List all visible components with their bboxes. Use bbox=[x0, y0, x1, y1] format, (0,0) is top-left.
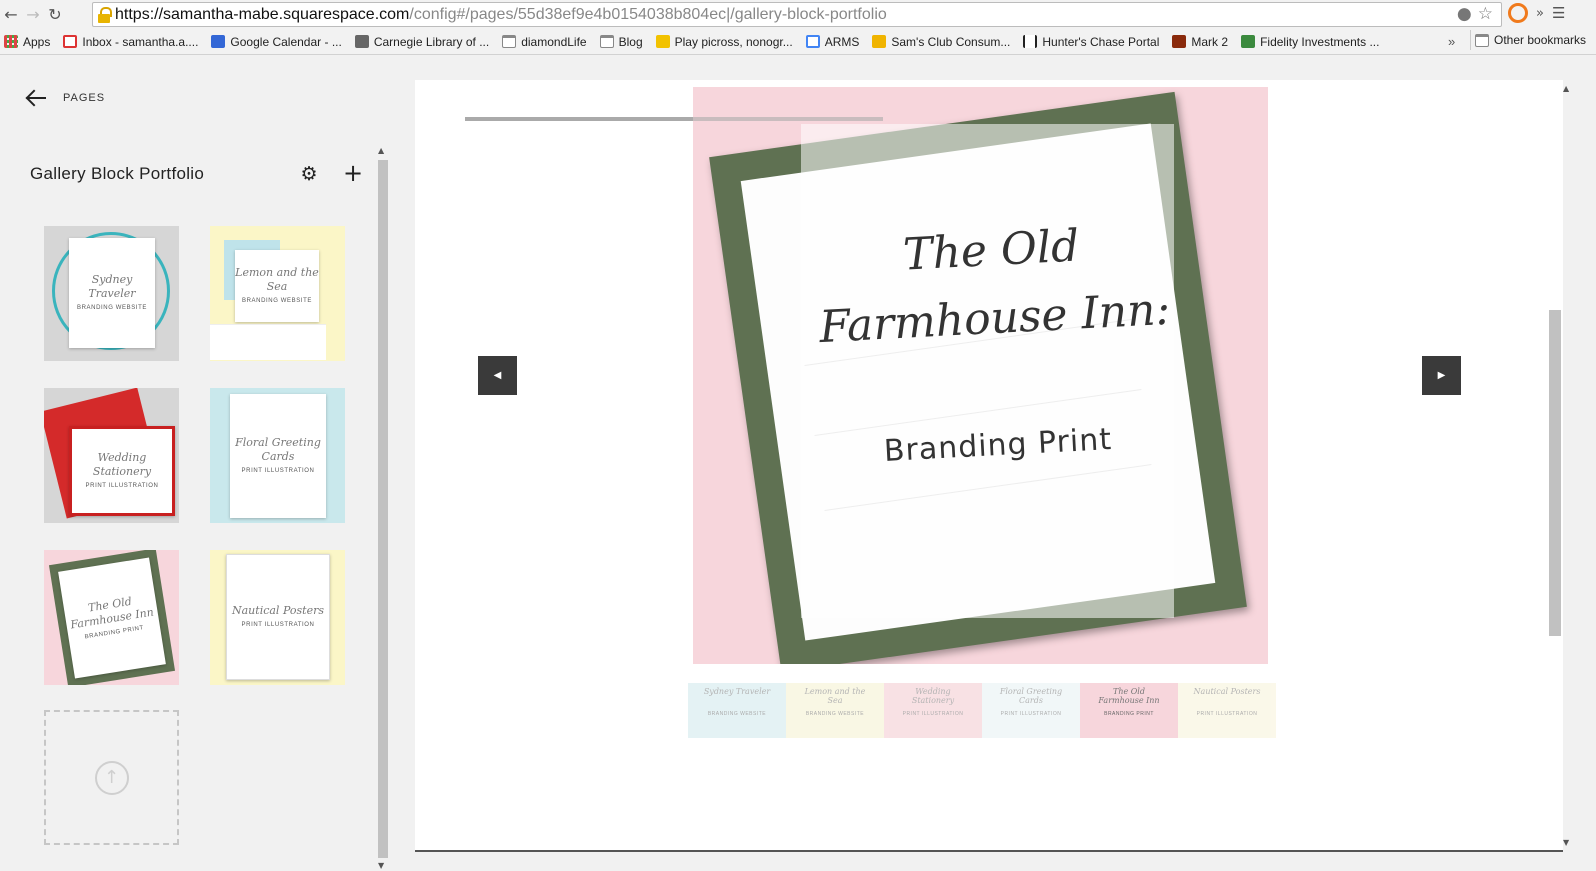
hunters-icon bbox=[1023, 35, 1038, 48]
scroll-up-icon[interactable]: ▲ bbox=[378, 146, 384, 155]
next-slide-button[interactable]: ▶ bbox=[1422, 356, 1461, 395]
menu-icon[interactable]: ☰ bbox=[1552, 4, 1565, 22]
image-overlay bbox=[801, 124, 1174, 618]
lightbulb-icon[interactable]: ● bbox=[1457, 4, 1472, 24]
bookmark-calendar[interactable]: Google Calendar - ... bbox=[211, 35, 342, 49]
back-icon[interactable]: ← bbox=[0, 3, 22, 27]
bookmark-hunters-chase[interactable]: Hunter's Chase Portal bbox=[1023, 35, 1159, 49]
bookmark-carnegie[interactable]: Carnegie Library of ... bbox=[354, 35, 489, 49]
thumbnail-item[interactable]: Sydney Traveler BRANDING WEBSITE bbox=[688, 683, 786, 738]
preview-scroll-up-icon[interactable]: ▲ bbox=[1563, 84, 1569, 93]
slide-title: The Old Farmhouse Inn: bbox=[818, 220, 1172, 354]
bookmark-inbox[interactable]: Inbox - samantha.a.... bbox=[63, 35, 198, 49]
preview-scrollbar-thumb[interactable] bbox=[1549, 310, 1561, 636]
slideshow-progress-track bbox=[693, 117, 883, 121]
thumbnail-title: Floral Greeting Cards bbox=[999, 687, 1063, 705]
gear-icon[interactable]: ⚙ bbox=[299, 164, 319, 184]
gallery-tile[interactable]: Wedding Stationery PRINT ILLUSTRATION bbox=[44, 388, 179, 523]
thumbnail-caption: BRANDING WEBSITE bbox=[805, 711, 865, 717]
calendar-icon bbox=[211, 35, 226, 48]
mark-icon bbox=[1172, 35, 1187, 48]
gallery-tile[interactable]: Lemon and the Sea BRANDING WEBSITE bbox=[210, 226, 345, 361]
thumbnail-title: Lemon and the Sea bbox=[804, 687, 866, 705]
preview-scroll-down-icon[interactable]: ▼ bbox=[1563, 838, 1569, 847]
bookmarks-overflow-icon[interactable]: » bbox=[1448, 34, 1455, 49]
gallery-title: Gallery Block Portfolio bbox=[30, 164, 205, 183]
thumbnail-title: Sydney Traveler bbox=[703, 687, 771, 696]
bookmark-fidelity[interactable]: Fidelity Investments ... bbox=[1241, 35, 1379, 49]
bookmark-picross[interactable]: Play picross, nonogr... bbox=[655, 35, 793, 49]
apps-icon bbox=[4, 35, 18, 48]
thumbnail-item[interactable]: The Old Farmhouse Inn BRANDING PRINT bbox=[1080, 683, 1178, 738]
gallery-tile[interactable]: The Old Farmhouse Inn BRANDING PRINT bbox=[44, 550, 179, 685]
bookmark-mark2[interactable]: Mark 2 bbox=[1172, 35, 1228, 49]
star-icon[interactable]: ☆ bbox=[1478, 4, 1493, 24]
pages-panel: PAGES Gallery Block Portfolio ⚙ + Sydney… bbox=[0, 56, 396, 871]
thumbnail-strip: Sydney Traveler BRANDING WEBSITE Lemon and… bbox=[688, 683, 1278, 738]
scroll-down-icon[interactable]: ▼ bbox=[378, 861, 384, 870]
thumbnail-caption: PRINT ILLUSTRATION bbox=[1000, 711, 1062, 717]
gallery-tile[interactable]: Floral Greeting Cards PRINT ILLUSTRATION bbox=[210, 388, 345, 523]
folder-icon bbox=[599, 35, 614, 48]
chevron-left-icon: ◀ bbox=[493, 370, 502, 381]
slide-image[interactable]: The Old Farmhouse Inn: Branding Print bbox=[693, 87, 1268, 664]
picross-icon bbox=[655, 35, 670, 48]
thumbnail-caption: BRANDING PRINT bbox=[1104, 711, 1154, 717]
chevron-right-icon: ▶ bbox=[1437, 370, 1446, 381]
plus-icon[interactable]: + bbox=[343, 161, 363, 185]
upload-image-slot[interactable]: ↑ bbox=[44, 710, 179, 845]
folder-icon bbox=[502, 35, 517, 48]
thumbnail-title: Wedding Stationery bbox=[911, 687, 955, 705]
reload-icon[interactable]: ↻ bbox=[44, 3, 66, 27]
browser-toolbar: ← → ↻ https://samantha-mabe.squarespace.… bbox=[0, 0, 1596, 29]
url-path: /config#/pages/55d38ef9e4b0154038b804ec|… bbox=[409, 5, 887, 23]
thumbnail-caption: PRINT ILLUSTRATION bbox=[902, 711, 964, 717]
slideshow-progress bbox=[465, 117, 693, 121]
bookmark-blog[interactable]: Blog bbox=[599, 35, 643, 49]
bookmark-arms[interactable]: ARMS bbox=[805, 35, 859, 49]
bookmark-sams-club[interactable]: Sam's Club Consum... bbox=[872, 35, 1010, 49]
bookmarks-bar: Apps Inbox - samantha.a.... Google Calen… bbox=[0, 29, 1596, 55]
bookmark-apps[interactable]: Apps bbox=[4, 35, 50, 49]
gmail-icon bbox=[63, 35, 78, 48]
google-icon bbox=[805, 35, 820, 48]
url-host: https://samantha-mabe.squarespace.com bbox=[115, 5, 410, 23]
gallery-tile[interactable]: Sydney Traveler BRANDING WEBSITE bbox=[44, 226, 179, 361]
address-bar[interactable]: https://samantha-mabe.squarespace.com/co… bbox=[92, 2, 1502, 27]
library-icon bbox=[354, 35, 369, 48]
thumbnail-title: The Old Farmhouse Inn bbox=[1098, 687, 1160, 705]
thumbnail-caption: PRINT ILLUSTRATION bbox=[1196, 711, 1258, 717]
fidelity-icon bbox=[1241, 35, 1256, 48]
panel-scrollbar-thumb[interactable] bbox=[378, 160, 388, 858]
thumbnail-caption: BRANDING WEBSITE bbox=[707, 711, 767, 717]
bookmark-other[interactable]: Other bookmarks bbox=[1469, 30, 1586, 50]
back-to-pages-link[interactable]: PAGES bbox=[25, 90, 105, 106]
extensions-more-icon[interactable]: » bbox=[1536, 6, 1544, 21]
bookmark-diamondlife[interactable]: diamondLife bbox=[502, 35, 587, 49]
lock-warning-icon[interactable] bbox=[97, 6, 112, 23]
arrow-left-icon bbox=[25, 90, 47, 106]
thumbnail-item[interactable]: Wedding Stationery PRINT ILLUSTRATION bbox=[884, 683, 982, 738]
thumbnail-title: Nautical Posters bbox=[1193, 687, 1261, 696]
gallery-preview: The Old Farmhouse Inn: Branding Print ◀ … bbox=[415, 80, 1563, 852]
page-strip-graphic bbox=[210, 324, 326, 360]
thumbnail-item[interactable]: Nautical Posters PRINT ILLUSTRATION bbox=[1178, 683, 1276, 738]
forward-icon[interactable]: → bbox=[22, 3, 44, 27]
thumbnail-item[interactable]: Floral Greeting Cards PRINT ILLUSTRATION bbox=[982, 683, 1080, 738]
gallery-tile[interactable]: Nautical Posters PRINT ILLUSTRATION bbox=[210, 550, 345, 685]
thumbnail-item[interactable]: Lemon and the Sea BRANDING WEBSITE bbox=[786, 683, 884, 738]
extension-icon[interactable] bbox=[1508, 3, 1528, 23]
folder-icon bbox=[1475, 33, 1489, 47]
previous-slide-button[interactable]: ◀ bbox=[478, 356, 517, 395]
upload-arrow-icon: ↑ bbox=[94, 760, 129, 795]
sams-icon bbox=[872, 35, 887, 48]
